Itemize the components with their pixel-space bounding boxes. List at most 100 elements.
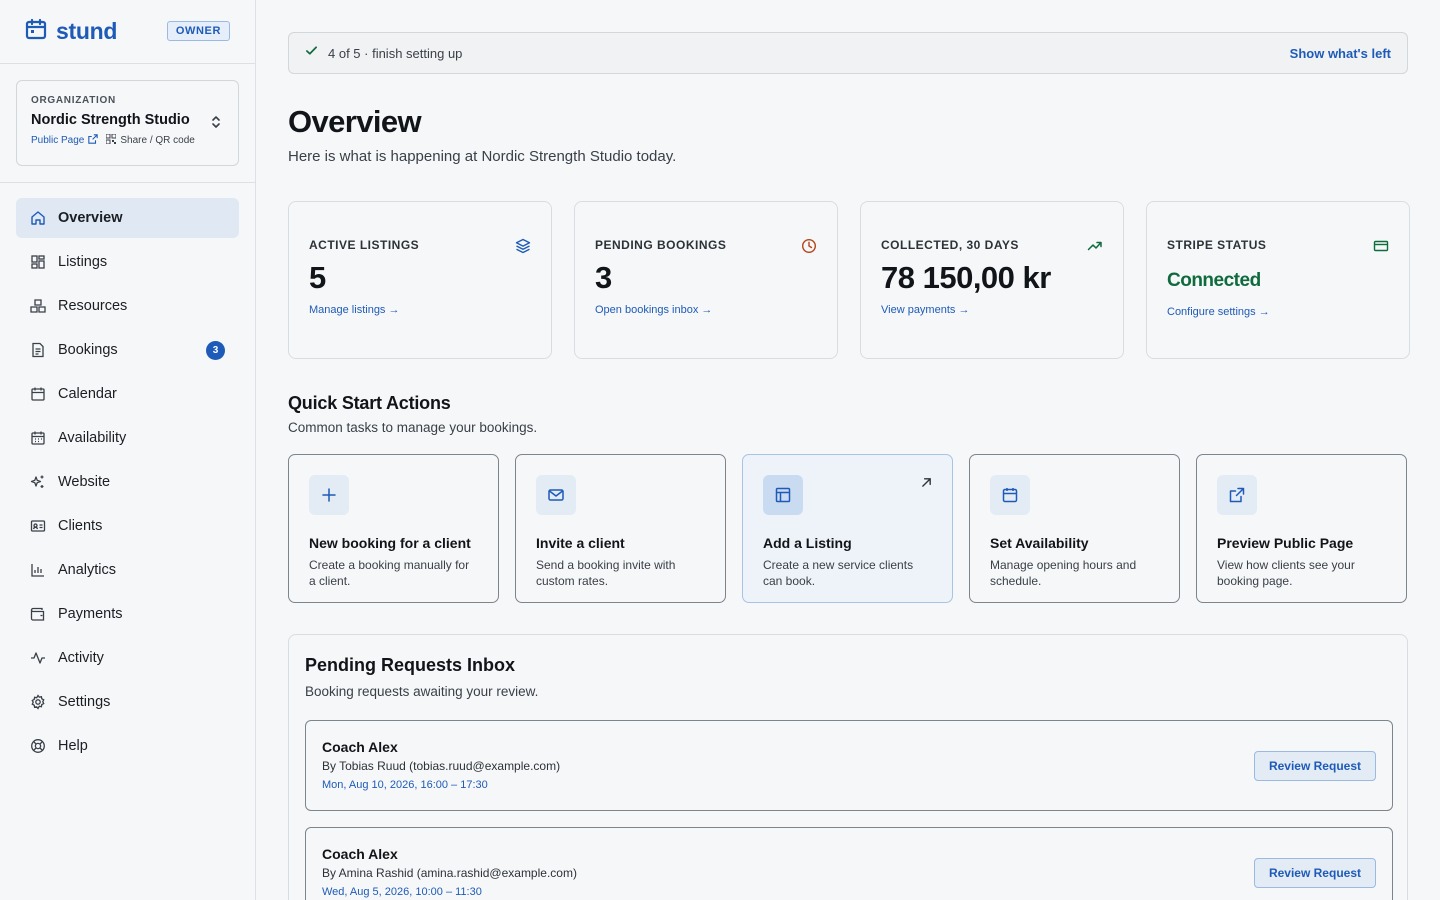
chevron-up-down-icon xyxy=(210,115,222,134)
stat-value: 3 xyxy=(595,260,612,295)
nav-item-calendar[interactable]: Calendar xyxy=(16,374,239,414)
nav-item-settings[interactable]: Settings xyxy=(16,682,239,722)
calendar-icon xyxy=(30,386,46,402)
quick-action-set-availability[interactable]: Set Availability Manage opening hours an… xyxy=(969,454,1180,603)
stat-value: 78 150,00 kr xyxy=(881,260,1051,295)
plus-icon xyxy=(309,475,349,515)
document-icon xyxy=(30,342,46,358)
quick-action-desc: Manage opening hours and schedule. xyxy=(990,558,1137,588)
nav-item-website[interactable]: Website xyxy=(16,462,239,502)
request-time: Wed, Aug 5, 2026, 10:00 – 11:30 xyxy=(322,886,482,898)
stat-label: STRIPE STATUS xyxy=(1167,238,1267,252)
quick-action-new-booking[interactable]: New booking for a client Create a bookin… xyxy=(288,454,499,603)
inbox-subtitle: Booking requests awaiting your review. xyxy=(305,684,539,699)
pending-requests-inbox: Pending Requests Inbox Booking requests … xyxy=(288,634,1408,900)
home-icon xyxy=(30,210,46,226)
nav-item-activity[interactable]: Activity xyxy=(16,638,239,678)
request-time: Mon, Aug 10, 2026, 16:00 – 17:30 xyxy=(322,779,488,791)
nav-item-clients[interactable]: Clients xyxy=(16,506,239,546)
quick-action-title: Invite a client xyxy=(536,535,625,551)
stats-row: ACTIVE LISTINGS 5 Manage listings → PEND… xyxy=(288,201,1410,359)
external-link-icon xyxy=(84,134,99,147)
quick-action-title: Add a Listing xyxy=(763,535,852,551)
boxes-icon xyxy=(30,298,46,314)
main-nav: Overview Listings Resources Bookings 3 C… xyxy=(0,183,255,785)
manage-listings-link[interactable]: Manage listings → xyxy=(309,304,400,316)
quick-action-title: Set Availability xyxy=(990,535,1089,551)
layout-icon xyxy=(763,475,803,515)
view-payments-link[interactable]: View payments → xyxy=(881,304,969,316)
nav-item-bookings[interactable]: Bookings 3 xyxy=(16,330,239,370)
show-whats-left-link[interactable]: Show what's left xyxy=(1290,46,1391,61)
public-page-link[interactable]: Public Page xyxy=(31,134,99,147)
id-card-icon xyxy=(30,518,46,534)
nav-item-payments[interactable]: Payments xyxy=(16,594,239,634)
credit-card-icon xyxy=(1373,238,1389,259)
stat-value: 5 xyxy=(309,260,326,295)
request-item: Coach Alex By Tobias Ruud (tobias.ruud@e… xyxy=(305,720,1393,811)
page-subtitle: Here is what is happening at Nordic Stre… xyxy=(288,148,677,165)
nav-item-analytics[interactable]: Analytics xyxy=(16,550,239,590)
lifebuoy-icon xyxy=(30,738,46,754)
stat-label: PENDING BOOKINGS xyxy=(595,238,727,252)
stripe-status-value: Connected xyxy=(1167,270,1261,291)
external-link-icon xyxy=(1217,475,1257,515)
share-qr-link[interactable]: Share / QR code xyxy=(105,133,195,147)
brand-logo[interactable]: stund xyxy=(24,17,117,46)
organization-label: ORGANIZATION xyxy=(31,95,116,106)
quick-action-desc: View how clients see your booking page. xyxy=(1217,558,1355,588)
review-request-button[interactable]: Review Request xyxy=(1253,751,1376,781)
stat-label: COLLECTED, 30 DAYS xyxy=(881,238,1019,252)
organization-name: Nordic Strength Studio xyxy=(31,112,190,128)
stat-label: ACTIVE LISTINGS xyxy=(309,238,420,252)
quick-start-actions: New booking for a client Create a bookin… xyxy=(288,454,1407,603)
quick-action-invite-client[interactable]: Invite a client Send a booking invite wi… xyxy=(515,454,726,603)
stat-card-pending-bookings: PENDING BOOKINGS 3 Open bookings inbox → xyxy=(574,201,838,359)
brand-name: stund xyxy=(56,18,118,44)
nav-item-listings[interactable]: Listings xyxy=(16,242,239,282)
inbox-title: Pending Requests Inbox xyxy=(305,655,516,675)
nav-item-overview[interactable]: Overview xyxy=(16,198,239,238)
nav-item-availability[interactable]: Availability xyxy=(16,418,239,458)
stat-card-collected: COLLECTED, 30 DAYS 78 150,00 kr View pay… xyxy=(860,201,1124,359)
review-request-button[interactable]: Review Request xyxy=(1253,858,1376,888)
nav-item-resources[interactable]: Resources xyxy=(16,286,239,326)
grid-icon xyxy=(30,254,46,270)
quick-action-add-listing[interactable]: Add a Listing Create a new service clien… xyxy=(742,454,953,603)
main-content: 4 of 5 · finish setting up Show what's l… xyxy=(256,0,1440,900)
quick-action-title: New booking for a client xyxy=(309,535,471,551)
stat-card-stripe-status: STRIPE STATUS Connected Configure settin… xyxy=(1146,201,1410,359)
brand-header: stund OWNER xyxy=(0,0,255,64)
trending-up-icon xyxy=(1087,238,1103,259)
quick-action-preview-public-page[interactable]: Preview Public Page View how clients see… xyxy=(1196,454,1407,603)
role-badge: OWNER xyxy=(166,21,230,41)
page-title: Overview xyxy=(288,104,422,139)
pulse-icon xyxy=(30,650,46,666)
layers-icon xyxy=(515,238,531,259)
calendar-logo-icon xyxy=(24,17,48,46)
request-client: By Amina Rashid (amina.rashid@example.co… xyxy=(322,866,577,880)
organization-switcher[interactable]: ORGANIZATION Nordic Strength Studio Publ… xyxy=(16,80,239,166)
bar-chart-icon xyxy=(30,562,46,578)
stat-card-active-listings: ACTIVE LISTINGS 5 Manage listings → xyxy=(288,201,552,359)
check-icon xyxy=(305,44,318,62)
quick-action-desc: Send a booking invite with custom rates. xyxy=(536,558,676,588)
setup-progress-bar[interactable]: 4 of 5 · finish setting up Show what's l… xyxy=(288,32,1408,74)
quick-action-desc: Create a new service clients can book. xyxy=(763,558,914,588)
configure-settings-link[interactable]: Configure settings → xyxy=(1167,306,1270,318)
quick-start-subtitle: Common tasks to manage your bookings. xyxy=(288,420,538,435)
quick-start-title: Quick Start Actions xyxy=(288,393,451,413)
nav-item-help[interactable]: Help xyxy=(16,726,239,766)
quick-action-title: Preview Public Page xyxy=(1217,535,1354,551)
bookings-count-badge: 3 xyxy=(206,341,225,360)
open-bookings-inbox-link[interactable]: Open bookings inbox → xyxy=(595,304,712,316)
clock-icon xyxy=(801,238,817,259)
mail-icon xyxy=(536,475,576,515)
sidebar: stund OWNER ORGANIZATION Nordic Strength… xyxy=(0,0,256,900)
gear-icon xyxy=(30,694,46,710)
request-listing-name: Coach Alex xyxy=(322,846,398,862)
setup-progress-text: 4 of 5 · finish setting up xyxy=(328,45,463,61)
quick-action-desc: Create a booking manually for a client. xyxy=(309,558,470,588)
sparkles-icon xyxy=(30,474,46,490)
qr-code-icon xyxy=(105,133,120,147)
